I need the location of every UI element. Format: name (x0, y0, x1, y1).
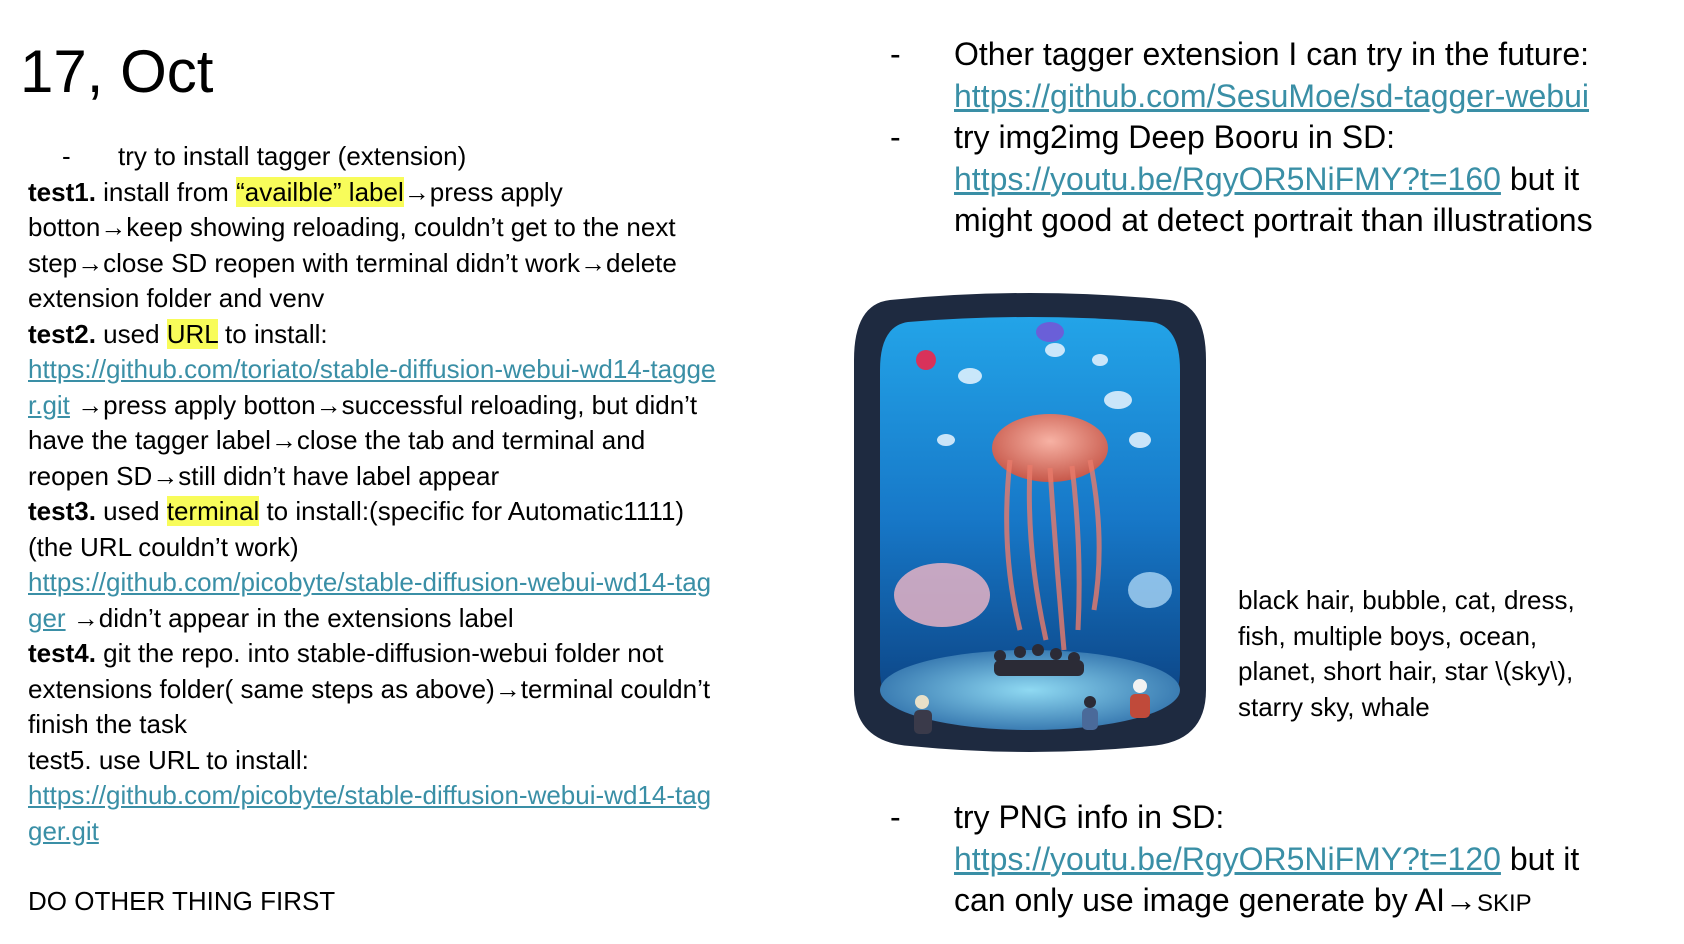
tag-line: black hair, bubble, cat, dress, (1238, 585, 1575, 615)
test1-line: extension folder and venv (28, 283, 325, 313)
test3-pre: used (95, 496, 167, 526)
test2-after-link: →press apply botton→successful reloading… (69, 389, 698, 420)
test2-link-continued[interactable]: r.git (28, 390, 70, 420)
test1-line: botton→keep showing reloading, couldn’t … (28, 212, 676, 242)
test1-highlight: “availble” label (236, 176, 404, 207)
jellyfish-right (1128, 572, 1172, 608)
bullet-item-deep-booru: - try img2img Deep Booru in SD: https://… (890, 117, 1670, 242)
test3-highlight: terminal (166, 496, 260, 526)
bullet-text: try img2img Deep Booru in SD: (954, 119, 1396, 155)
bullet-text: Other tagger extension I can try in the … (954, 36, 1590, 72)
test1-pre: install from (95, 176, 237, 207)
test3-heading: test3. used terminal to install:(specifi… (28, 494, 828, 530)
test4-label: test4. (28, 638, 96, 668)
bullet-text: can only use image generate by AI→ (954, 882, 1477, 918)
bullet-dash: - (890, 36, 901, 72)
test3-after-link: →didn’t appear in the extensions label (65, 602, 514, 633)
bullet-text: try to install tagger (extension) (118, 141, 467, 171)
footer-note: DO OTHER THING FIRST (28, 886, 336, 916)
test3-link-continued[interactable]: ger (28, 603, 66, 633)
test5-link-line: https://github.com/picobyte/stable-diffu… (28, 778, 828, 814)
test5-link-line: ger.git (28, 814, 828, 850)
bullet-text-line: can only use image generate by AI→SKIP (954, 880, 1670, 925)
test3-link-line: https://github.com/picobyte/stable-diffu… (28, 565, 828, 601)
test2-highlight: URL (166, 318, 218, 349)
test3-line: (the URL couldn’t work) (28, 531, 299, 562)
sd-tagger-webui-link[interactable]: https://github.com/SesuMoe/sd-tagger-web… (954, 78, 1589, 114)
skip-label: SKIP (1476, 890, 1532, 917)
tag-line: fish, multiple boys, ocean, (1238, 620, 1538, 651)
large-jellyfish-left (894, 563, 990, 627)
bullet-link-line: https://youtu.be/RgyOR5NiFMY?t=120 but i… (954, 839, 1670, 881)
test2-post: to install: (217, 318, 328, 349)
test3-post: to install:(specific for Automatic1111) (259, 496, 685, 526)
test4-heading: test4. git the repo. into stable-diffusi… (28, 636, 828, 672)
test2-heading: test2. used URL to install: (28, 317, 828, 353)
test5-link-continued[interactable]: ger.git (28, 816, 99, 846)
bullet-item-png-info: - try PNG info in SD: https://youtu.be/R… (890, 797, 1670, 925)
bullet-item-other-tagger: - Other tagger extension I can try in th… (890, 34, 1670, 117)
png-info-video-link[interactable]: https://youtu.be/RgyOR5NiFMY?t=120 (954, 841, 1501, 877)
test4-text: git the repo. into stable-diffusion-webu… (95, 638, 664, 668)
bullet-item-install-tagger: - try to install tagger (extension) (28, 139, 828, 175)
jellyfish-aquarium-illustration (854, 293, 1206, 752)
bullet-dash: - (890, 119, 901, 155)
after-link-text: but it (1500, 840, 1580, 877)
test5-link[interactable]: https://github.com/picobyte/stable-diffu… (28, 780, 711, 810)
test2-line: have the tagger label→close the tab and … (28, 425, 646, 455)
test2-link[interactable]: https://github.com/toriato/stable-diffus… (28, 354, 715, 384)
bullet-link-line: https://github.com/SesuMoe/sd-tagger-web… (954, 76, 1670, 118)
test1-line: step→close SD reopen with terminal didn’… (28, 247, 677, 278)
tag-line: starry sky, whale (1238, 691, 1430, 722)
test2-link-line: r.git →press apply botton→successful rel… (28, 388, 828, 424)
tag-line: planet, short hair, star \(sky\), (1238, 656, 1574, 686)
tag-list: black hair, bubble, cat, dress, fish, mu… (1238, 583, 1658, 725)
test2-pre: used (95, 318, 167, 349)
test4-line: extensions folder( same steps as above)→… (28, 673, 711, 704)
bullet-link-line: https://youtu.be/RgyOR5NiFMY?t=160 but i… (954, 159, 1670, 201)
bullet-text: try PNG info in SD: (954, 799, 1225, 835)
bullet-dash: - (890, 799, 901, 835)
test4-line: finish the task (28, 709, 187, 739)
deep-booru-video-link[interactable]: https://youtu.be/RgyOR5NiFMY?t=160 (954, 161, 1501, 197)
test1-heading: test1. install from “availble” label→pre… (28, 175, 828, 211)
bullet-text: might good at detect portrait than illus… (954, 202, 1593, 238)
left-notes: - try to install tagger (extension) test… (28, 139, 828, 920)
test2-link-line: https://github.com/toriato/stable-diffus… (28, 352, 828, 388)
after-link-text: but it (1500, 160, 1580, 197)
test2-label: test2. (28, 318, 96, 349)
bullet-dash: - (62, 141, 71, 171)
test2-line: reopen SD→still didn’t have label appear (28, 460, 500, 491)
test3-label: test3. (28, 496, 96, 526)
test1-post: →press apply (403, 176, 563, 207)
test3-link-line: ger →didn’t appear in the extensions lab… (28, 601, 828, 637)
test5-heading: test5. use URL to install: (28, 744, 309, 775)
test3-link[interactable]: https://github.com/picobyte/stable-diffu… (28, 567, 711, 597)
test1-label: test1. (28, 176, 96, 207)
right-notes-bottom: - try PNG info in SD: https://youtu.be/R… (890, 797, 1670, 925)
right-notes-top: - Other tagger extension I can try in th… (890, 34, 1670, 242)
page-title: 17, Oct (20, 38, 214, 105)
